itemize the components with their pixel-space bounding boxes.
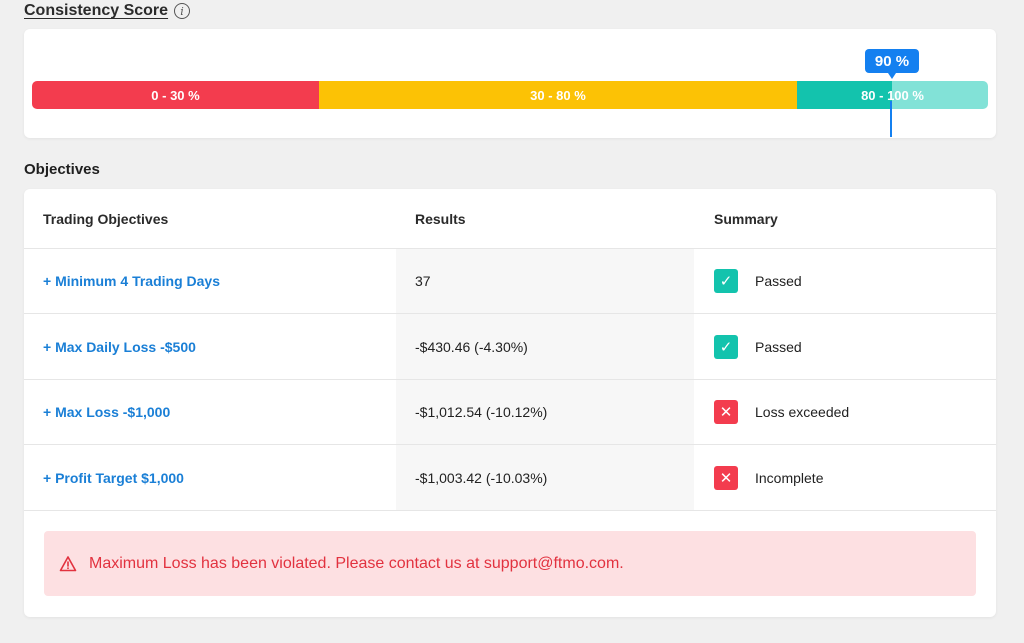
consistency-score-heading: Consistency Score i [24, 2, 191, 20]
objectives-table: Trading Objectives Results Summary + Min… [24, 189, 996, 617]
consistency-scale-bar: 0 - 30 % 30 - 80 % 80 - 100 % [32, 81, 988, 109]
summary-cell: ✕ Loss exceeded [694, 380, 996, 444]
status-text: Loss exceeded [755, 404, 850, 420]
scale-segment-label: 30 - 80 % [530, 87, 586, 103]
scale-segment-mid: 30 - 80 % [319, 81, 797, 109]
result-value: -$430.46 (-4.30%) [415, 338, 528, 355]
objectives-title: Objectives [24, 161, 100, 178]
objective-max-daily-loss-link[interactable]: + Max Daily Loss -$500 [43, 339, 196, 355]
objective-cell: + Max Daily Loss -$500 [24, 314, 396, 379]
cross-icon: ✕ [714, 465, 738, 490]
cross-icon: ✕ [714, 400, 738, 424]
result-value: -$1,003.42 (-10.03%) [415, 469, 548, 486]
scale-segment-label: 80 - 100 % [861, 87, 924, 103]
info-icon[interactable]: i [174, 3, 191, 19]
result-value: 37 [415, 273, 431, 289]
header-trading-objectives: Trading Objectives [43, 210, 169, 227]
header-results: Results [415, 210, 466, 227]
max-loss-violation-alert: Maximum Loss has been violated. Please c… [44, 531, 976, 596]
result-cell: -$430.46 (-4.30%) [396, 314, 694, 379]
table-row: + Minimum 4 Trading Days 37 ✓ Passed [24, 249, 996, 314]
page: Consistency Score i 0 - 30 % 30 - 80 % 8… [0, 0, 1024, 643]
result-cell: -$1,003.42 (-10.03%) [396, 445, 694, 510]
objective-cell: + Max Loss -$1,000 [24, 380, 396, 444]
summary-cell: ✓ Passed [694, 314, 996, 379]
check-icon: ✓ [714, 269, 738, 293]
objective-max-loss-link[interactable]: + Max Loss -$1,000 [43, 404, 170, 420]
objective-min-trading-days-link[interactable]: + Minimum 4 Trading Days [43, 273, 220, 289]
scale-segment-low: 0 - 30 % [32, 81, 319, 109]
table-row: + Max Daily Loss -$500 -$430.46 (-4.30%)… [24, 314, 996, 380]
status-text: Passed [755, 273, 802, 289]
table-row: + Max Loss -$1,000 -$1,012.54 (-10.12%) … [24, 380, 996, 445]
scale-segment-label: 0 - 30 % [151, 87, 200, 103]
objective-profit-target-link[interactable]: + Profit Target $1,000 [43, 470, 184, 486]
objective-cell: + Minimum 4 Trading Days [24, 249, 396, 313]
header-summary: Summary [714, 210, 778, 227]
scale-segment-high: 80 - 100 % [797, 81, 988, 109]
summary-cell: ✕ Incomplete [694, 445, 996, 510]
consistency-score-title[interactable]: Consistency Score [24, 2, 168, 20]
status-text: Passed [755, 338, 802, 355]
score-marker-badge: 90 % [865, 49, 919, 79]
warning-triangle-icon [59, 555, 77, 573]
result-cell: -$1,012.54 (-10.12%) [396, 380, 694, 444]
objective-cell: + Profit Target $1,000 [24, 445, 396, 510]
score-marker-line [890, 101, 892, 137]
alert-message: Maximum Loss has been violated. Please c… [89, 554, 624, 572]
result-cell: 37 [396, 249, 694, 313]
summary-cell: ✓ Passed [694, 249, 996, 313]
result-value: -$1,012.54 (-10.12%) [415, 404, 548, 420]
status-text: Incomplete [755, 469, 824, 486]
table-header-row: Trading Objectives Results Summary [24, 189, 996, 249]
consistency-score-card: 0 - 30 % 30 - 80 % 80 - 100 % 90 % [24, 29, 996, 138]
check-icon: ✓ [714, 334, 738, 359]
table-row: + Profit Target $1,000 -$1,003.42 (-10.0… [24, 445, 996, 511]
